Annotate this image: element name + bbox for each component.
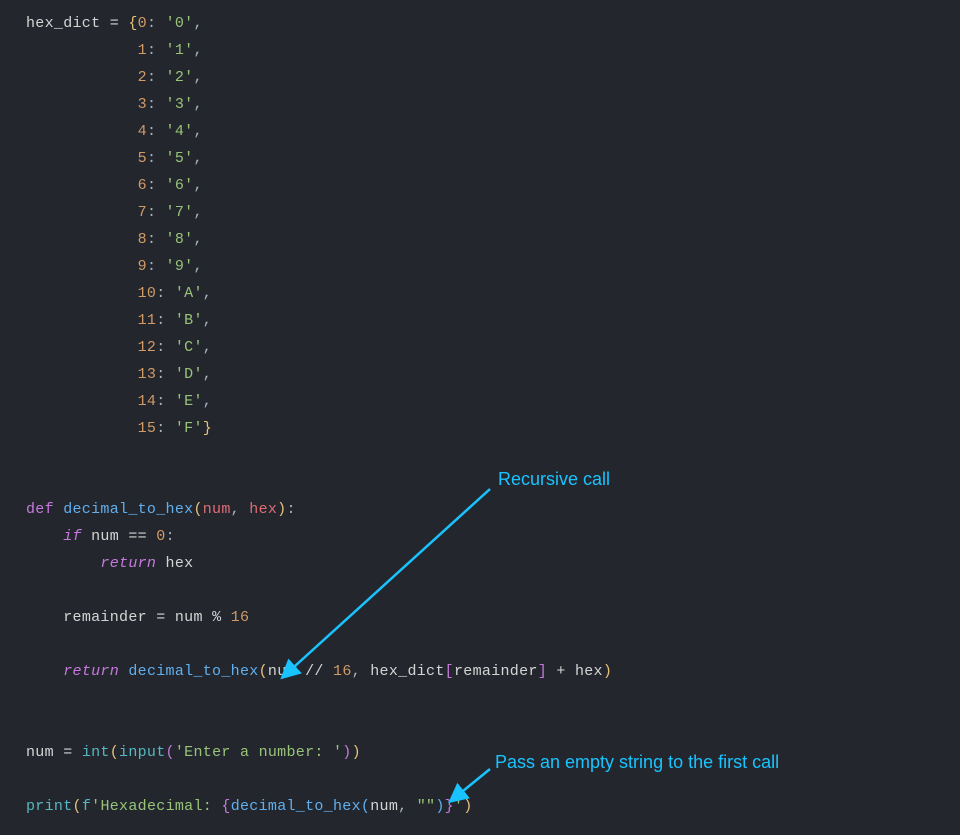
var-hex-dict: hex_dict [26,15,100,32]
code-block: hex_dict = {0: '0', 1: '1', 2: '2', 3: '… [26,10,934,820]
